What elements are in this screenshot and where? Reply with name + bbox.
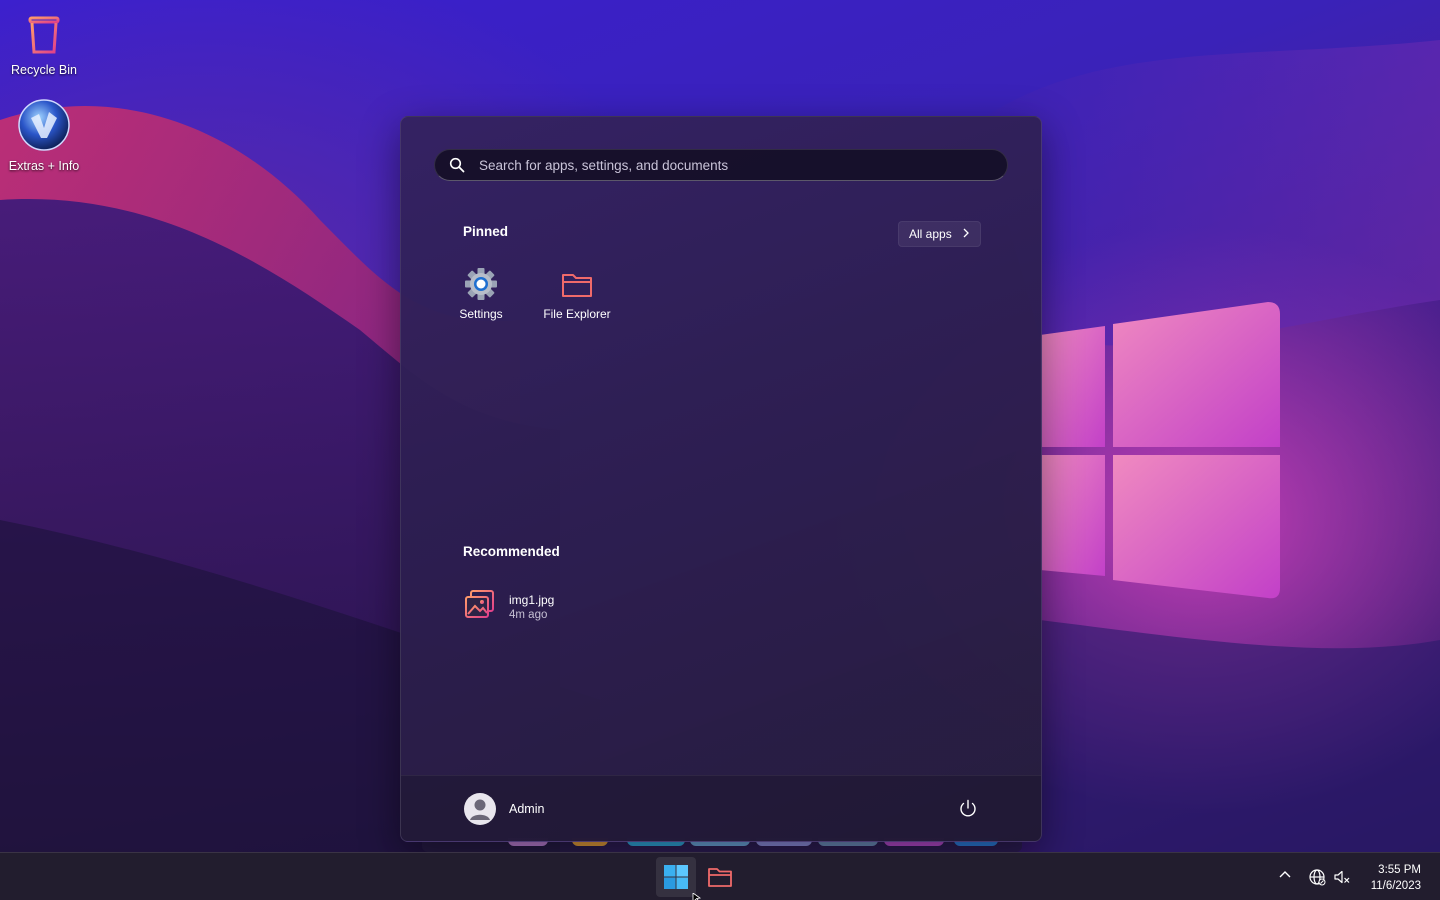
search-icon — [449, 157, 465, 173]
pinned-app-label: Settings — [459, 307, 503, 321]
pinned-app-label: File Explorer — [543, 307, 611, 321]
clock[interactable]: 3:55 PM 11/6/2023 — [1371, 862, 1421, 894]
user-account-button[interactable]: Admin — [464, 793, 544, 825]
gear-icon — [435, 267, 527, 301]
recommended-item-time: 4m ago — [509, 608, 548, 621]
pinned-title: Pinned — [463, 224, 509, 239]
speaker-muted-icon — [1334, 870, 1350, 884]
network-button[interactable] — [1308, 868, 1326, 886]
power-icon — [960, 799, 976, 817]
all-apps-label: All apps — [909, 227, 952, 241]
start-button[interactable] — [656, 857, 696, 897]
pinned-app-file-explorer[interactable]: File Explorer — [531, 267, 623, 321]
power-button[interactable] — [957, 798, 979, 825]
taskbar-file-explorer[interactable] — [700, 857, 740, 897]
start-menu: Pinned All apps — [400, 116, 1042, 842]
folder-icon — [531, 267, 623, 301]
search-input[interactable] — [477, 156, 1007, 174]
user-icon — [470, 799, 490, 820]
recommended-title: Recommended — [463, 544, 560, 559]
pinned-app-settings[interactable]: Settings — [435, 267, 527, 321]
windows-logo-icon — [664, 865, 688, 889]
start-menu-footer: Admin — [401, 775, 1041, 841]
extras-info-icon — [0, 98, 88, 155]
globe-icon — [1309, 869, 1326, 886]
clock-time: 3:55 PM — [1378, 864, 1421, 876]
image-file-icon — [463, 587, 497, 626]
avatar — [464, 793, 496, 825]
recycle-bin-icon — [0, 12, 88, 59]
desktop-icon-recycle-bin[interactable]: Recycle Bin — [0, 12, 88, 77]
desktop-icon-extras-info[interactable]: Extras + Info — [0, 98, 88, 173]
recommended-item-name: img1.jpg — [509, 592, 555, 607]
taskbar: 3:55 PM 11/6/2023 — [0, 852, 1440, 900]
chevron-right-icon — [962, 227, 970, 241]
all-apps-button[interactable]: All apps — [898, 221, 981, 247]
search-box[interactable] — [434, 149, 1008, 181]
chevron-up-icon — [1279, 871, 1291, 878]
show-hidden-icons-button[interactable] — [1278, 868, 1292, 882]
recommended-item[interactable]: img1.jpg 4m ago — [463, 587, 554, 626]
volume-button[interactable] — [1333, 868, 1351, 886]
clock-date: 11/6/2023 — [1370, 880, 1421, 892]
user-name: Admin — [509, 802, 545, 816]
desktop-icon-label: Extras + Info — [8, 159, 80, 173]
folder-icon — [708, 868, 732, 887]
mouse-cursor-icon — [692, 893, 702, 900]
desktop-icon-label: Recycle Bin — [11, 63, 77, 77]
